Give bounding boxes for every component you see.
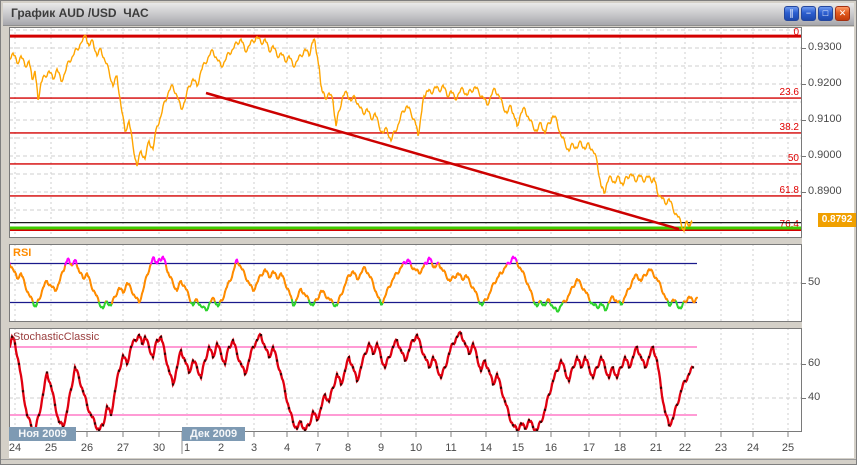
date-label-18: 18 (614, 442, 626, 454)
axis-tick (802, 156, 806, 157)
date-label-30: 30 (153, 442, 165, 454)
date-label-24: 24 (747, 442, 759, 454)
date-label-16: 16 (545, 442, 557, 454)
date-label-9: 9 (378, 442, 384, 454)
stochastic-label: StochasticClassic (13, 331, 100, 343)
axis-tick (802, 192, 806, 193)
fib-label-38.2: 38.2 (780, 122, 800, 133)
date-label-11: 11 (445, 442, 456, 454)
date-label-15: 15 (512, 442, 524, 454)
time-axis-svg: 24 25 26 27 30 1 2 3 4 7 8 9 10 11 14 15 16 17 18 21 22 23 24 2… (9, 432, 794, 454)
date-label-17: 17 (583, 442, 595, 454)
month-badge: Ноя 2009 (9, 427, 76, 441)
date-label-7: 7 (315, 442, 321, 454)
date-label-14: 14 (480, 442, 492, 454)
price-tick-0.9200: 0.9200 (808, 77, 842, 89)
date-label-1: 1 (184, 442, 190, 454)
date-label-2: 2 (218, 442, 224, 454)
titlebar[interactable]: График AUD /USD ЧАС ∥ − □ ✕ (3, 3, 854, 26)
fib-label-23.6: 23.6 (780, 87, 800, 98)
date-label-3: 3 (251, 442, 257, 454)
price-tick-0.9300: 0.9300 (808, 41, 842, 53)
axis-tick (802, 283, 806, 284)
maximize-button[interactable]: □ (818, 6, 833, 21)
stoch-tick-60: 60 (808, 357, 821, 369)
rsi-indicator-panel[interactable] (8, 244, 802, 322)
stochastic-svg (7, 328, 802, 433)
rsi-label: RSI (13, 247, 32, 259)
axis-tick (802, 84, 806, 85)
price-chart-svg: 023.638.25061.876.4 (8, 27, 802, 238)
last-price-badge: 0.8792 (818, 213, 856, 227)
rsi-tick-50: 50 (808, 276, 821, 288)
date-label-21: 21 (650, 442, 662, 454)
stochastic-indicator-panel[interactable] (7, 328, 802, 433)
month-badge: Дек 2009 (182, 427, 245, 441)
fib-label-0: 0 (793, 27, 799, 38)
date-label-23: 23 (715, 442, 727, 454)
date-label-24: 24 (9, 442, 21, 454)
window-bottom-frame (1, 459, 856, 464)
date-label-22: 22 (679, 442, 691, 454)
pin-button[interactable]: ∥ (784, 6, 799, 21)
fib-label-50: 50 (788, 153, 800, 164)
axis-tick (802, 48, 806, 49)
axis-tick (802, 120, 806, 121)
date-label-26: 26 (81, 442, 93, 454)
chart-window: График AUD /USD ЧАС ∥ − □ ✕ 0 23.6 38.2 50 61.8… (0, 0, 857, 465)
price-tick-0.8900: 0.8900 (808, 185, 842, 197)
rsi-svg (8, 244, 802, 322)
titlebar-buttons: ∥ − □ ✕ (784, 6, 850, 21)
main-price-chart[interactable]: 0 23.6 38.2 50 61.8 76.4 (8, 27, 802, 238)
close-button[interactable]: ✕ (835, 6, 850, 21)
date-label-27: 27 (117, 442, 129, 454)
axis-tick (802, 398, 806, 399)
window-title: График AUD /USD ЧАС (11, 6, 149, 20)
date-label-25: 25 (45, 442, 57, 454)
date-label-25: 25 (782, 442, 794, 454)
date-label-10: 10 (410, 442, 422, 454)
axis-tick (802, 364, 806, 365)
price-tick-0.9000: 0.9000 (808, 149, 842, 161)
minimize-button[interactable]: − (801, 6, 816, 21)
stoch-tick-40: 40 (808, 391, 821, 403)
date-label-8: 8 (345, 442, 351, 454)
fib-label-61.8: 61.8 (780, 185, 800, 196)
date-label-4: 4 (284, 442, 290, 454)
price-tick-0.9100: 0.9100 (808, 113, 842, 125)
